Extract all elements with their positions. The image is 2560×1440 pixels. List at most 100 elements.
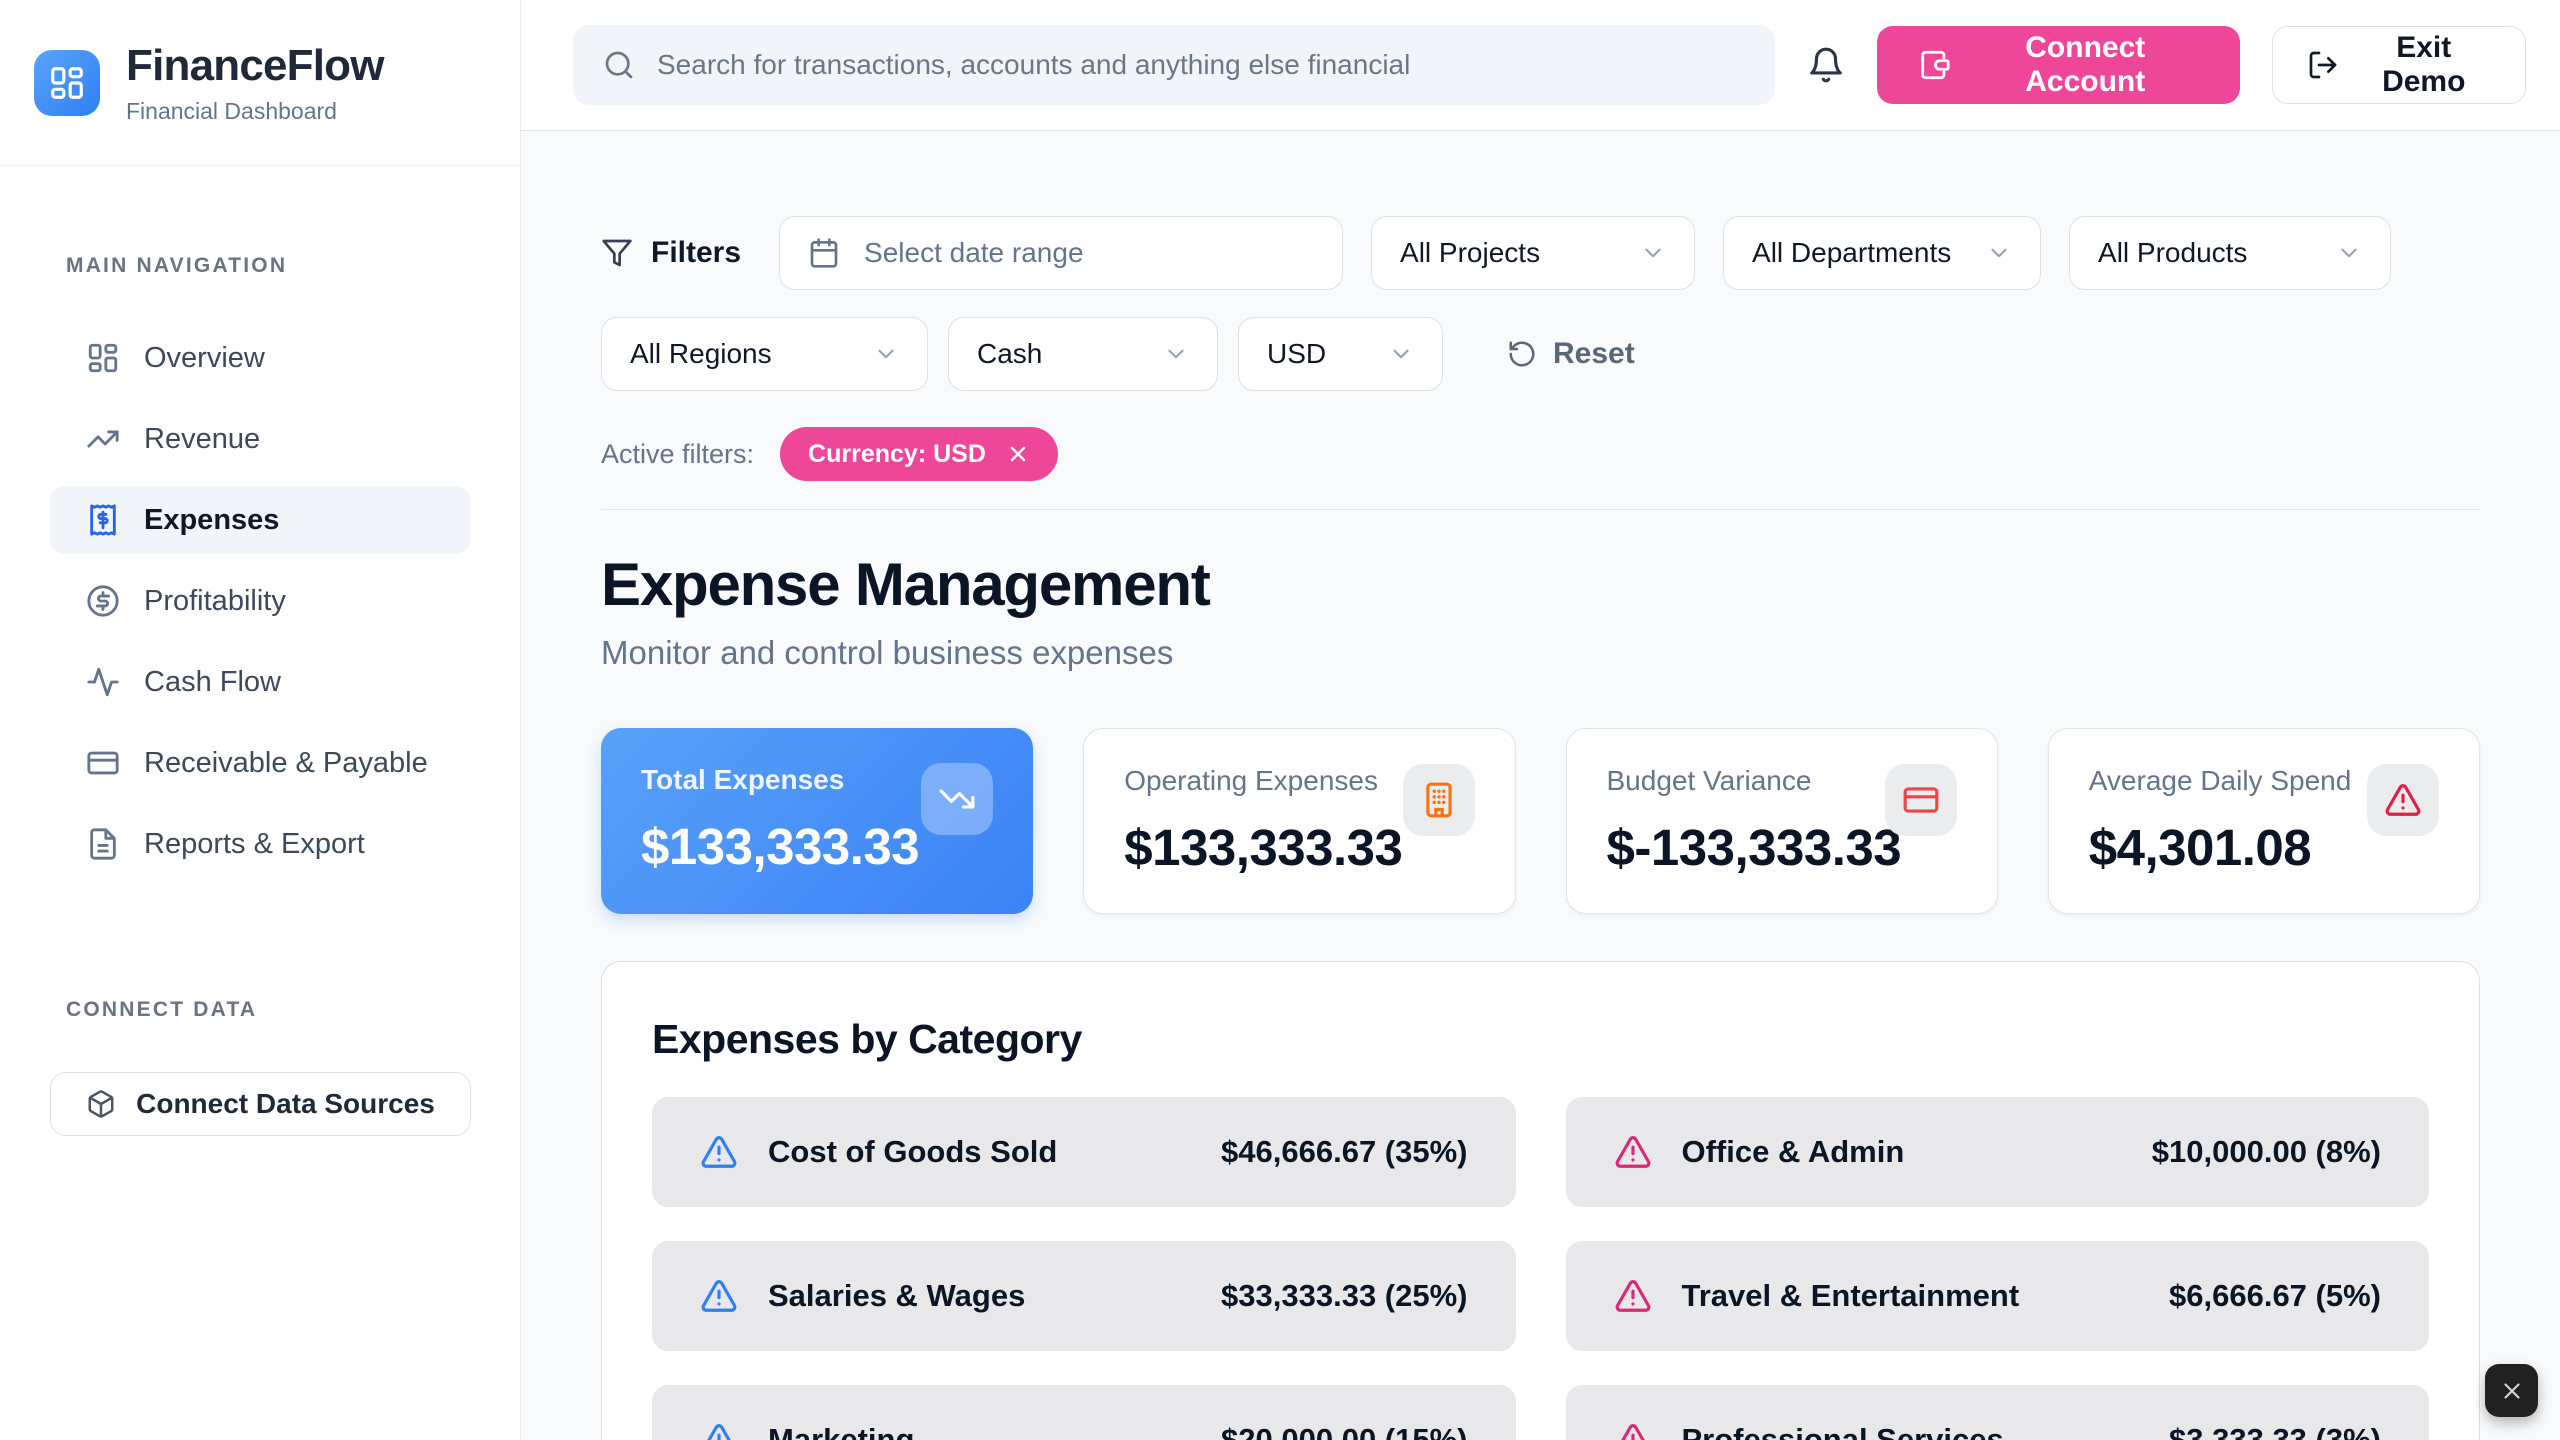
connect-data-sources-button[interactable]: Connect Data Sources: [50, 1072, 471, 1136]
calendar-icon: [808, 237, 840, 269]
filters-row-2: All Regions Cash USD Reset: [601, 317, 2480, 391]
category-value: $20,000.00 (15%): [1221, 1422, 1467, 1440]
exit-demo-button[interactable]: Exit Demo: [2272, 26, 2526, 104]
regions-select-value: All Regions: [630, 338, 772, 370]
remove-filter-icon[interactable]: [1006, 442, 1030, 466]
expenses-by-category-title: Expenses by Category: [652, 1016, 2429, 1063]
category-value: $33,333.33 (25%): [1221, 1278, 1467, 1314]
filters-label: Filters: [651, 236, 741, 270]
dashboard-icon: [86, 341, 120, 375]
products-select[interactable]: All Products: [2069, 216, 2391, 290]
category-name: Salaries & Wages: [768, 1278, 1025, 1314]
expenses-by-category-card: Expenses by Category Cost of Goods Sold …: [601, 961, 2480, 1440]
sidebar-item-revenue[interactable]: Revenue: [50, 405, 470, 473]
cube-icon: [86, 1089, 116, 1119]
brand: FinanceFlow Financial Dashboard: [0, 0, 520, 166]
category-value: $3,333.33 (3%): [2169, 1422, 2381, 1440]
page-title: Expense Management: [601, 550, 2480, 619]
sidebar-nav: Overview Revenue Expenses Profitability …: [0, 324, 520, 878]
category-name: Cost of Goods Sold: [768, 1134, 1057, 1170]
sidebar-item-label: Reports & Export: [144, 828, 365, 861]
chevron-down-icon: [1163, 341, 1189, 367]
alert-triangle-icon: [1614, 1421, 1652, 1440]
stat-card-average-daily-spend[interactable]: Average Daily Spend $4,301.08: [2048, 728, 2480, 914]
date-range-placeholder: Select date range: [864, 237, 1084, 269]
category-value: $10,000.00 (8%): [2152, 1134, 2381, 1170]
category-value: $46,666.67 (35%): [1221, 1134, 1467, 1170]
sidebar-item-cash-flow[interactable]: Cash Flow: [50, 648, 470, 716]
regions-select[interactable]: All Regions: [601, 317, 928, 391]
wallet-icon: [1917, 48, 1951, 82]
departments-select-value: All Departments: [1752, 237, 1951, 269]
reset-label: Reset: [1553, 337, 1635, 371]
date-range-picker[interactable]: Select date range: [779, 216, 1343, 290]
sidebar-item-label: Expenses: [144, 504, 279, 537]
app-name: FinanceFlow: [126, 41, 384, 91]
sidebar-item-profitability[interactable]: Profitability: [50, 567, 470, 635]
category-row-cost-of-goods-sold[interactable]: Cost of Goods Sold $46,666.67 (35%): [652, 1097, 1516, 1207]
category-name: Professional Services: [1682, 1422, 2004, 1440]
filters-title: Filters: [601, 236, 741, 270]
close-overlay-button[interactable]: [2485, 1364, 2538, 1417]
brand-text: FinanceFlow Financial Dashboard: [126, 41, 384, 125]
sidebar-item-label: Cash Flow: [144, 666, 281, 699]
stat-card-operating-expenses[interactable]: Operating Expenses $133,333.33: [1083, 728, 1515, 914]
search-bar[interactable]: [573, 25, 1775, 105]
chevron-down-icon: [1388, 341, 1414, 367]
projects-select[interactable]: All Projects: [1371, 216, 1695, 290]
credit-card-icon: [1885, 764, 1957, 836]
category-row-office-admin[interactable]: Office & Admin $10,000.00 (8%): [1566, 1097, 2430, 1207]
sidebar-item-overview[interactable]: Overview: [50, 324, 470, 392]
currency-select[interactable]: USD: [1238, 317, 1443, 391]
payment-method-value: Cash: [977, 338, 1042, 370]
category-row-marketing[interactable]: Marketing $20,000.00 (15%): [652, 1385, 1516, 1440]
trending-down-icon: [921, 763, 993, 835]
active-filter-chip-currency[interactable]: Currency: USD: [780, 427, 1058, 481]
sidebar-item-receivable-payable[interactable]: Receivable & Payable: [50, 729, 470, 797]
chevron-down-icon: [1640, 240, 1666, 266]
stat-card-total-expenses[interactable]: Total Expenses $133,333.33: [601, 728, 1033, 914]
projects-select-value: All Projects: [1400, 237, 1540, 269]
reset-filters-button[interactable]: Reset: [1507, 337, 1635, 371]
activity-icon: [86, 665, 120, 699]
main-content: Filters Select date range All Projects A…: [521, 216, 2560, 1440]
connect-data-label: CONNECT DATA: [0, 998, 520, 1022]
alert-triangle-icon: [700, 1421, 738, 1440]
log-out-icon: [2307, 49, 2339, 81]
exit-demo-label: Exit Demo: [2357, 31, 2491, 99]
departments-select[interactable]: All Departments: [1723, 216, 2041, 290]
topbar: Connect Account Exit Demo: [521, 0, 2560, 131]
sidebar-item-label: Receivable & Payable: [144, 747, 428, 780]
alert-triangle-icon: [1614, 1277, 1652, 1315]
active-filters-label: Active filters:: [601, 439, 754, 470]
sidebar-item-reports-export[interactable]: Reports & Export: [50, 810, 470, 878]
connect-account-label: Connect Account: [1971, 31, 2200, 99]
chevron-down-icon: [1986, 240, 2012, 266]
category-row-professional-services[interactable]: Professional Services $3,333.33 (3%): [1566, 1385, 2430, 1440]
rotate-ccw-icon: [1507, 339, 1537, 369]
alert-triangle-icon: [700, 1133, 738, 1171]
active-filter-chip-label: Currency: USD: [808, 440, 986, 469]
filters-row-1: Filters Select date range All Projects A…: [601, 216, 2480, 290]
stat-card-budget-variance[interactable]: Budget Variance $-133,333.33: [1566, 728, 1998, 914]
category-name: Marketing: [768, 1422, 914, 1440]
app-tagline: Financial Dashboard: [126, 98, 384, 125]
connect-account-button[interactable]: Connect Account: [1877, 26, 2240, 104]
chevron-down-icon: [873, 341, 899, 367]
sidebar-item-label: Overview: [144, 342, 265, 375]
notifications-button[interactable]: [1807, 46, 1845, 84]
main-navigation-label: MAIN NAVIGATION: [0, 254, 520, 278]
search-input[interactable]: [657, 49, 1745, 81]
building-icon: [1403, 764, 1475, 836]
sidebar-item-expenses[interactable]: Expenses: [50, 486, 470, 554]
category-row-salaries-wages[interactable]: Salaries & Wages $33,333.33 (25%): [652, 1241, 1516, 1351]
filter-funnel-icon: [601, 237, 633, 269]
alert-triangle-icon: [1614, 1133, 1652, 1171]
stat-cards: Total Expenses $133,333.33 Operating Exp…: [601, 728, 2480, 914]
active-filters-row: Active filters: Currency: USD: [601, 427, 2480, 481]
app-logo-icon: [34, 50, 100, 116]
section-divider: [601, 509, 2480, 510]
products-select-value: All Products: [2098, 237, 2247, 269]
category-row-travel-entertainment[interactable]: Travel & Entertainment $6,666.67 (5%): [1566, 1241, 2430, 1351]
payment-method-select[interactable]: Cash: [948, 317, 1218, 391]
